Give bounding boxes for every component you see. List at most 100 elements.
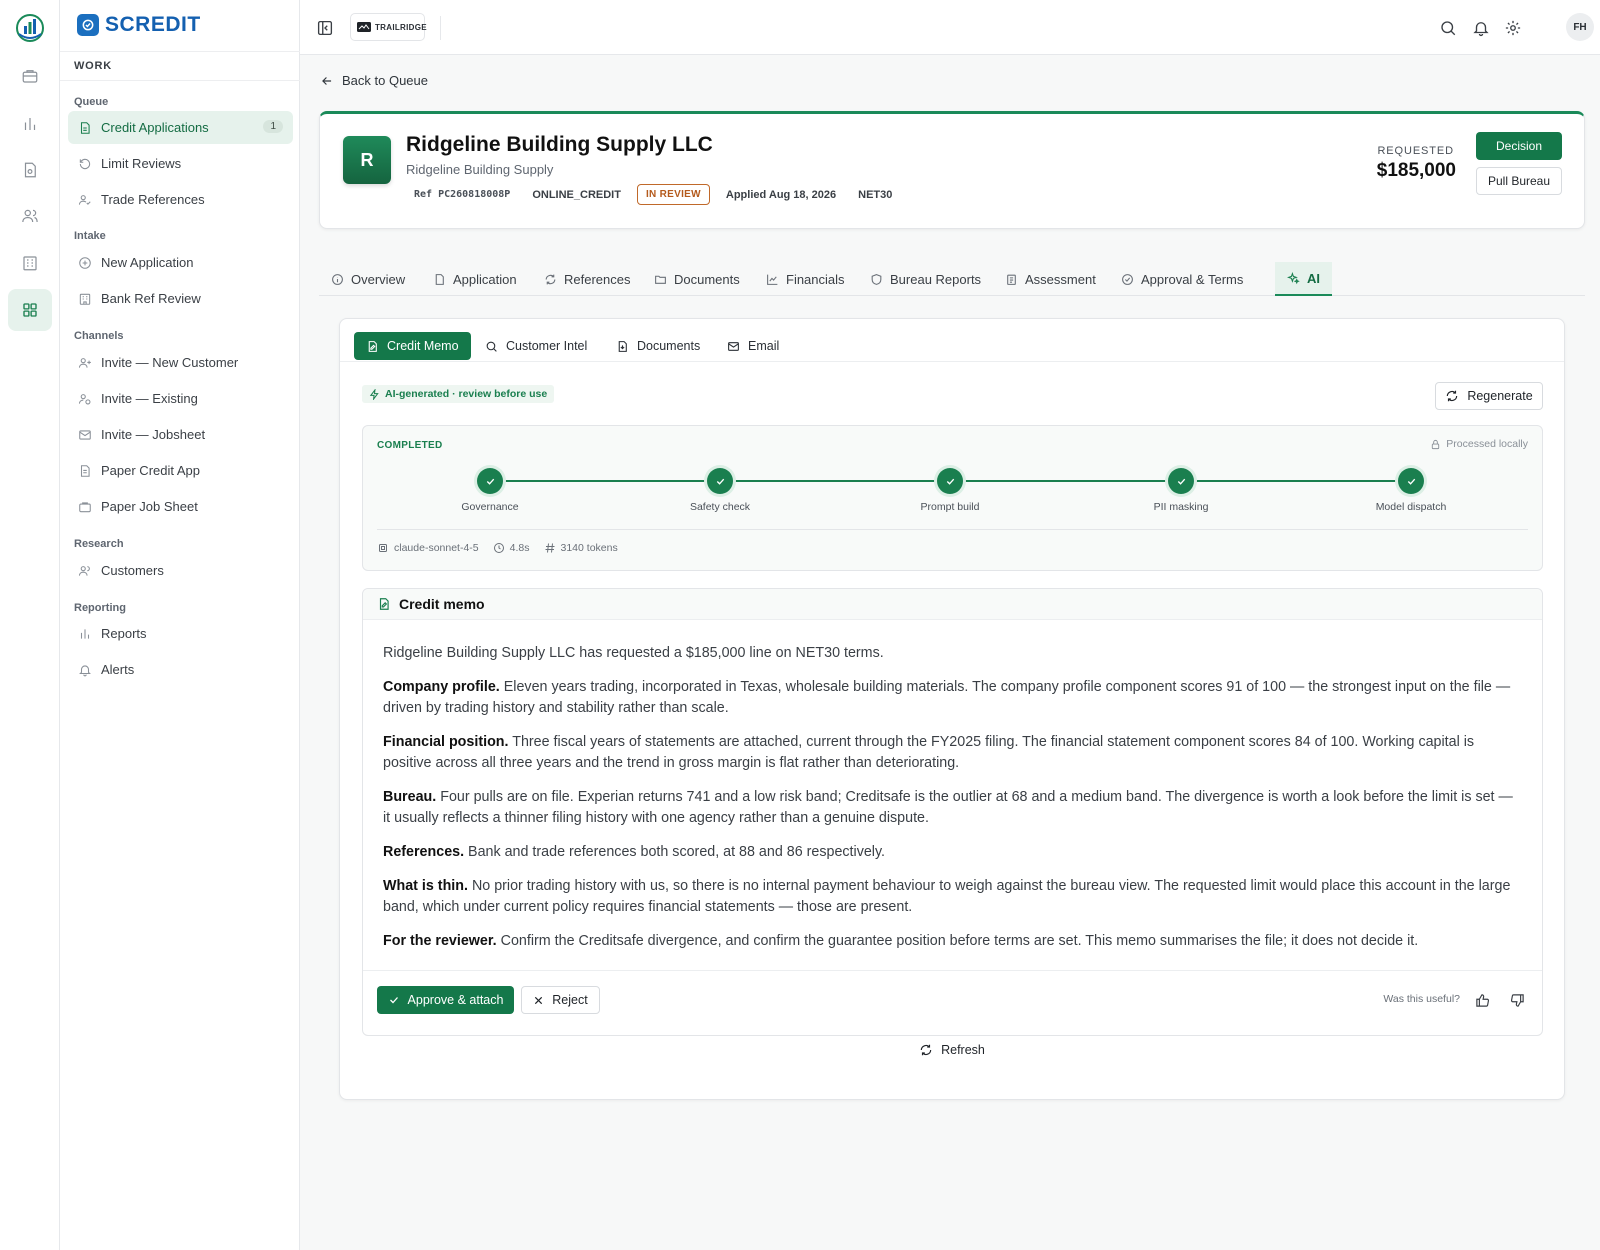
refresh-label: Refresh [941, 1043, 985, 1057]
check-icon [1398, 468, 1424, 494]
mail-icon [727, 340, 740, 353]
thumbs-down-icon[interactable] [1507, 990, 1527, 1010]
token-info: 3140 tokens [544, 542, 618, 554]
sidebar-item-label: Customers [101, 563, 164, 578]
regenerate-button[interactable]: Regenerate [1435, 382, 1543, 410]
regenerate-label: Regenerate [1467, 389, 1533, 403]
pipeline-step-label: Model dispatch [1375, 501, 1447, 513]
sidebar-toggle-icon[interactable] [313, 16, 337, 40]
credit-memo-card: Credit memo Ridgeline Building Supply LL… [362, 588, 1543, 1036]
notifications-bell-icon[interactable] [1470, 17, 1492, 39]
sidebar-item-trade-references[interactable]: Trade References [68, 183, 293, 216]
document-search-icon[interactable] [10, 150, 50, 190]
memo-section-heading: Company profile. [383, 679, 500, 695]
search-icon[interactable] [1437, 17, 1459, 39]
applied-date: Applied Aug 18, 2026 [725, 188, 837, 201]
bar-chart-icon[interactable] [10, 104, 50, 144]
sidebar-item-invite-existing[interactable]: Invite — Existing [68, 382, 293, 415]
memo-intro: Ridgeline Building Supply LLC has reques… [383, 645, 884, 661]
check-icon [707, 468, 733, 494]
tab-assessment[interactable]: Assessment [993, 262, 1108, 296]
tab-references[interactable]: References [532, 262, 642, 296]
icon-rail [0, 0, 60, 1250]
file-download-icon [616, 340, 629, 353]
sidebar-item-label: Invite — Existing [101, 391, 198, 406]
sidebar-item-new-application[interactable]: New Application [68, 246, 293, 279]
tenant-switcher[interactable]: TRAILRIDGE [350, 13, 427, 41]
plus-circle-icon [78, 256, 92, 270]
user-avatar[interactable]: FH [1566, 13, 1594, 41]
sidebar-item-reports[interactable]: Reports [68, 617, 293, 650]
sidebar-item-bank-ref-review[interactable]: Bank Ref Review [68, 282, 293, 315]
tab-overview[interactable]: Overview [319, 262, 417, 296]
mail-icon [78, 428, 92, 442]
pipeline-step: Governance [420, 468, 560, 513]
lightning-icon [369, 388, 380, 400]
sidebar: SCREDIT WORK Queue Credit Applications 1… [60, 0, 300, 1250]
pipeline-step: Safety check [650, 468, 790, 513]
memo-section: What is thin. No prior trading history w… [383, 876, 1522, 918]
briefcase-icon[interactable] [10, 56, 50, 96]
subtab-credit-memo[interactable]: Credit Memo [354, 332, 471, 360]
sidebar-group-label: Research [74, 538, 124, 550]
tab-label: Overview [351, 271, 406, 287]
sidebar-item-label: Paper Job Sheet [101, 499, 198, 514]
refresh-button[interactable]: Refresh [911, 1039, 993, 1061]
grid-icon[interactable] [8, 289, 52, 331]
app-logo-icon[interactable] [15, 12, 45, 44]
back-label: Back to Queue [342, 73, 428, 88]
tab-financials[interactable]: Financials [754, 262, 857, 296]
duration-info: 4.8s [493, 542, 530, 554]
approve-label: Approve & attach [407, 993, 504, 1007]
memo-section-heading: For the reviewer. [383, 933, 497, 949]
back-to-queue-link[interactable]: Back to Queue [320, 73, 428, 88]
users-icon[interactable] [10, 196, 50, 236]
channel-label: ONLINE_CREDIT [532, 188, 621, 201]
history-icon [78, 157, 92, 171]
pipeline-step-label: Prompt build [920, 501, 980, 513]
model-name: claude-sonnet-4-5 [394, 542, 479, 554]
tab-label: Application [453, 271, 517, 287]
gear-icon[interactable] [1502, 17, 1524, 39]
brand[interactable]: SCREDIT [77, 13, 201, 37]
reject-button[interactable]: Reject [521, 986, 600, 1014]
info-icon [331, 273, 344, 286]
tab-bureau-reports[interactable]: Bureau Reports [858, 262, 993, 296]
tab-documents[interactable]: Documents [642, 262, 752, 296]
memo-section-text: Eleven years trading, incorporated in Te… [383, 679, 1511, 716]
check-icon [1168, 468, 1194, 494]
sidebar-item-limit-reviews[interactable]: Limit Reviews [68, 147, 293, 180]
refresh-icon [919, 1043, 933, 1057]
sidebar-item-credit-applications[interactable]: Credit Applications 1 [68, 111, 293, 144]
sidebar-item-label: Alerts [101, 662, 135, 677]
sidebar-item-invite-jobsheet[interactable]: Invite — Jobsheet [68, 418, 293, 451]
approve-attach-button[interactable]: Approve & attach [377, 986, 514, 1014]
subtab-email[interactable]: Email [715, 332, 791, 360]
sidebar-item-customers[interactable]: Customers [68, 554, 293, 587]
thumbs-up-icon[interactable] [1472, 990, 1492, 1010]
memo-section-text: Three fiscal years of statements are att… [383, 734, 1475, 771]
arrow-left-icon [320, 74, 334, 88]
pull-bureau-button[interactable]: Pull Bureau [1476, 167, 1562, 195]
sidebar-item-paper-credit-app[interactable]: Paper Credit App [68, 454, 293, 487]
tab-approval-terms[interactable]: Approval & Terms [1109, 262, 1255, 296]
run-metadata: claude-sonnet-4-5 4.8s 3140 tokens [377, 542, 618, 554]
sidebar-item-alerts[interactable]: Alerts [68, 653, 293, 686]
user-plus-icon [78, 356, 92, 370]
subtab-customer-intel[interactable]: Customer Intel [473, 332, 599, 360]
sidebar-item-invite-new-customer[interactable]: Invite — New Customer [68, 346, 293, 379]
subtab-documents[interactable]: Documents [604, 332, 712, 360]
sidebar-item-paper-job-sheet[interactable]: Paper Job Sheet [68, 490, 293, 523]
tab-label: Approval & Terms [1141, 271, 1244, 287]
building-icon[interactable] [10, 243, 50, 283]
company-trading-name: Ridgeline Building Supply [406, 162, 554, 177]
lock-icon [1430, 439, 1441, 450]
tab-label: Documents [674, 271, 740, 287]
decision-button[interactable]: Decision [1476, 132, 1562, 160]
tab-ai[interactable]: AI [1275, 262, 1332, 296]
sidebar-item-label: Trade References [101, 192, 205, 207]
company-avatar: R [343, 136, 391, 184]
ai-generated-badge: AI-generated · review before use [362, 385, 555, 403]
pipeline-step-label: PII masking [1153, 501, 1209, 513]
tab-application[interactable]: Application [421, 262, 529, 296]
